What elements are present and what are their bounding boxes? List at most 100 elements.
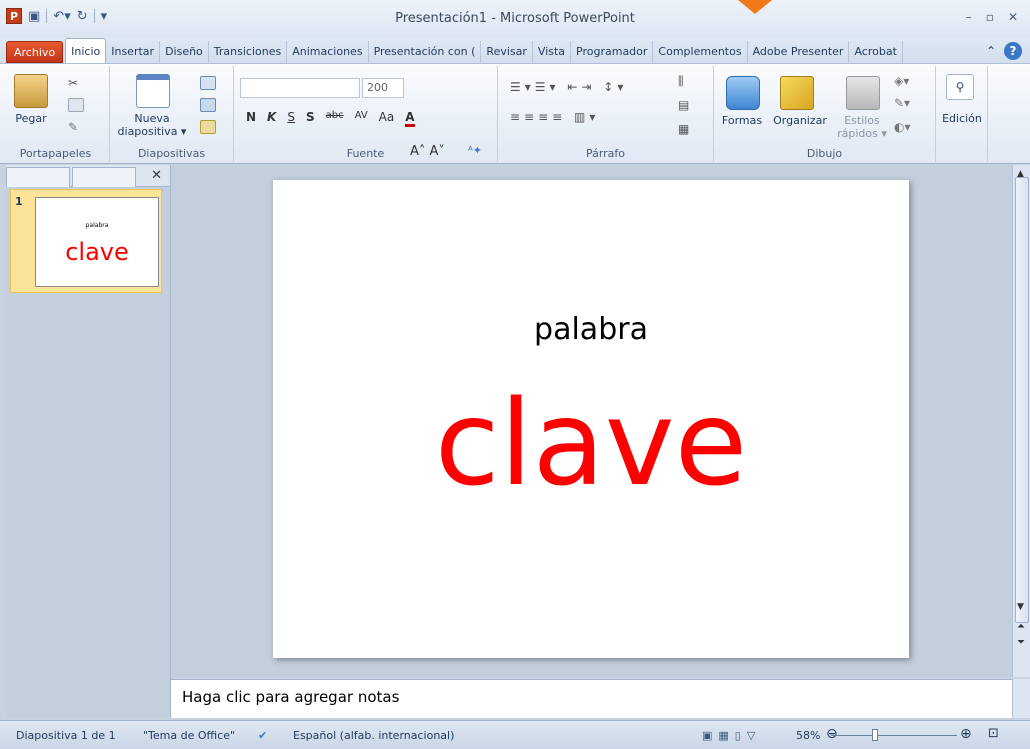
- group-paragraph: ☰▾☰▾ ⇤⇥ ↕▾ ≡≡≡≡ ▥▾ ⫼ ▤ ▦ Párrafo: [498, 66, 714, 162]
- font-format-row: N K S S abc AV Aa A: [246, 110, 415, 127]
- align-text-icon[interactable]: ▤: [678, 98, 689, 112]
- vertical-scrollbar[interactable]: ▲ ▼ ⏶ ⏷: [1012, 165, 1030, 677]
- clipboard-group-label: Portapapeles: [19, 147, 92, 160]
- tab-programador[interactable]: Programador: [571, 41, 654, 63]
- change-case-button[interactable]: Aa: [379, 110, 395, 127]
- slide-canvas: palabra clave: [171, 165, 1012, 677]
- format-painter-icon[interactable]: ✎: [68, 120, 84, 134]
- tab-complementos[interactable]: Complementos: [653, 41, 748, 63]
- tab-presentacion[interactable]: Presentación con (: [369, 41, 482, 63]
- grow-font-icon[interactable]: A˄ A˅: [410, 144, 445, 159]
- paste-icon[interactable]: [14, 74, 48, 108]
- new-slide-button[interactable]: Nueva diapositiva ▾: [112, 112, 192, 138]
- editing-button[interactable]: Edición: [936, 112, 988, 125]
- tab-acrobat[interactable]: Acrobat: [849, 41, 903, 63]
- smartart-icon[interactable]: ▦: [678, 122, 689, 136]
- font-group-label: Fuente: [346, 147, 385, 160]
- slide-thumbnail[interactable]: 1 palabra clave: [10, 189, 162, 293]
- arrange-button[interactable]: Organizar: [770, 114, 830, 127]
- quick-styles-label-1: Estilos: [844, 114, 880, 127]
- tab-animaciones[interactable]: Animaciones: [287, 41, 369, 63]
- notes-pane[interactable]: Haga clic para agregar notas: [171, 679, 1012, 718]
- font-size-input[interactable]: 200: [362, 78, 404, 98]
- shape-outline-icon[interactable]: ✎▾: [894, 96, 910, 110]
- layout-icon[interactable]: [200, 76, 216, 90]
- window-title: Presentación1 - Microsoft PowerPoint: [395, 11, 635, 26]
- tab-transiciones[interactable]: Transiciones: [209, 41, 288, 63]
- new-slide-label-2: diapositiva ▾: [117, 125, 187, 138]
- pointer-arrow-icon: [738, 0, 772, 14]
- ribbon: Pegar ✂ ✎ Portapapeles Nueva diapositiva …: [0, 64, 1030, 164]
- bold-button[interactable]: N: [246, 110, 256, 127]
- zoom-in-icon[interactable]: ⊕: [960, 726, 972, 742]
- group-slides: Nueva diapositiva ▾ Diapositivas: [110, 66, 234, 162]
- help-icon[interactable]: ?: [1004, 42, 1022, 60]
- close-panel-icon[interactable]: ✕: [151, 168, 162, 183]
- scroll-thumb[interactable]: [1015, 177, 1029, 623]
- slide-text-palabra[interactable]: palabra: [273, 312, 909, 347]
- slide-text-clave[interactable]: clave: [273, 373, 909, 513]
- zoom-level[interactable]: 58%: [796, 729, 820, 742]
- spacing-button[interactable]: AV: [355, 110, 368, 127]
- language-indicator[interactable]: Español (alfab. internacional): [293, 729, 454, 742]
- tab-adobe-presenter[interactable]: Adobe Presenter: [748, 41, 850, 63]
- align-icons[interactable]: ≡≡≡≡ ▥▾: [510, 110, 599, 124]
- quick-styles-button[interactable]: Estilos rápidos ▾: [832, 114, 892, 140]
- panel-tabs: ✕: [6, 165, 170, 187]
- minimize-icon[interactable]: –: [966, 10, 972, 24]
- tab-inicio[interactable]: Inicio: [65, 38, 107, 63]
- underline-button[interactable]: S: [287, 110, 295, 127]
- zoom-slider[interactable]: [831, 735, 957, 736]
- thumbnail-preview: palabra clave: [35, 197, 159, 287]
- ribbon-tabs: Archivo Inicio Insertar Diseño Transicio…: [0, 38, 1030, 64]
- shape-effects-icon[interactable]: ◐▾: [894, 120, 911, 134]
- tab-revisar[interactable]: Revisar: [481, 41, 533, 63]
- reset-icon[interactable]: [200, 98, 216, 112]
- notes-scrollbar[interactable]: [1012, 679, 1030, 718]
- thumb-word1: palabra: [85, 222, 109, 229]
- spell-check-icon[interactable]: ✔: [258, 729, 267, 742]
- paste-button[interactable]: Pegar: [10, 112, 52, 125]
- font-name-input[interactable]: [240, 78, 360, 98]
- slides-tab-icon[interactable]: [6, 167, 70, 187]
- scroll-down-icon[interactable]: ▼: [1017, 602, 1024, 612]
- shapes-icon[interactable]: [726, 76, 760, 110]
- list-icons[interactable]: ☰▾☰▾ ⇤⇥ ↕▾: [510, 80, 627, 94]
- close-icon[interactable]: ✕: [1008, 10, 1018, 24]
- cut-icon[interactable]: ✂: [68, 76, 84, 90]
- tab-vista[interactable]: Vista: [533, 41, 572, 63]
- copy-icon[interactable]: [68, 98, 84, 112]
- window-controls: – ▫ ✕: [966, 10, 1018, 24]
- zoom-thumb[interactable]: [872, 729, 878, 741]
- tab-archivo[interactable]: Archivo: [6, 41, 64, 63]
- minimize-ribbon-icon[interactable]: ⌃: [986, 44, 996, 58]
- slide[interactable]: palabra clave: [273, 180, 909, 658]
- shape-fill-icon[interactable]: ◈▾: [894, 74, 909, 88]
- shadow-button[interactable]: S: [306, 110, 315, 127]
- zoom-out-icon[interactable]: ⊖: [826, 726, 838, 742]
- tab-insertar[interactable]: Insertar: [106, 41, 161, 63]
- slide-indicator: Diapositiva 1 de 1: [16, 729, 116, 742]
- outline-tab-icon[interactable]: [72, 167, 136, 187]
- previous-slide-icon[interactable]: ⏶: [1017, 621, 1025, 632]
- fit-slide-icon[interactable]: ⊡: [988, 726, 999, 741]
- view-buttons-icon[interactable]: ▣▦▯▽: [702, 729, 761, 742]
- arrange-icon[interactable]: [780, 76, 814, 110]
- theme-name[interactable]: "Tema de Office": [143, 729, 235, 742]
- shapes-button[interactable]: Formas: [714, 114, 770, 127]
- slides-panel: ✕ 1 palabra clave: [6, 165, 171, 718]
- maximize-icon[interactable]: ▫: [986, 10, 994, 24]
- quick-styles-label-2: rápidos ▾: [837, 127, 887, 140]
- find-icon[interactable]: ⚲: [946, 74, 974, 100]
- font-color-button[interactable]: A: [405, 110, 415, 127]
- quick-styles-icon[interactable]: [846, 76, 880, 110]
- new-slide-icon[interactable]: [136, 74, 170, 108]
- thumb-word2: clave: [65, 238, 129, 266]
- clear-format-icon[interactable]: ᴬ✦: [468, 144, 482, 157]
- italic-button[interactable]: K: [267, 110, 276, 127]
- tab-diseno[interactable]: Diseño: [160, 41, 209, 63]
- text-direction-icon[interactable]: ⫼: [678, 74, 684, 89]
- section-icon[interactable]: [200, 120, 216, 134]
- next-slide-icon[interactable]: ⏷: [1017, 637, 1025, 648]
- strikethrough-button[interactable]: abc: [326, 110, 344, 127]
